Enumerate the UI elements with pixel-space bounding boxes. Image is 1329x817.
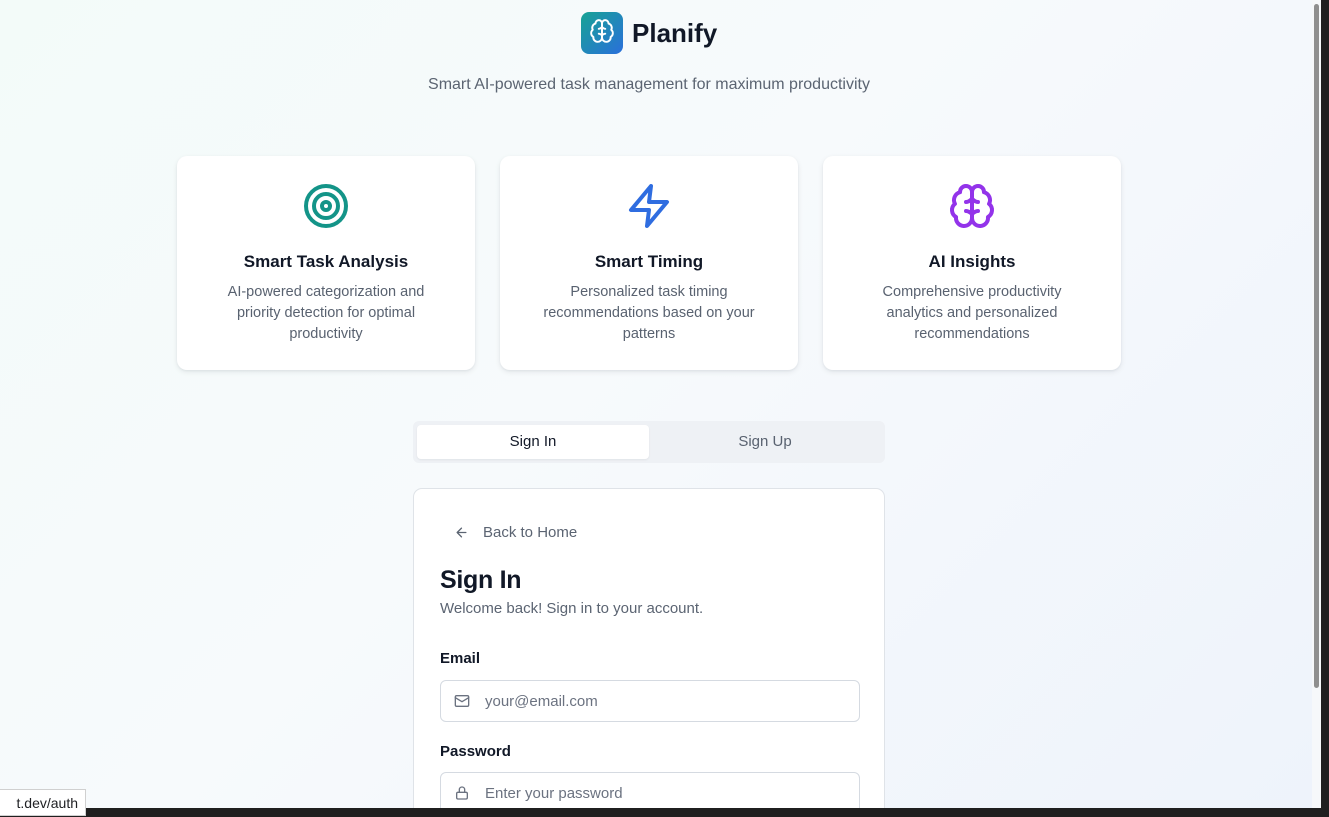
scrollbar-thumb[interactable] <box>1314 4 1319 688</box>
brand-header[interactable]: Planify <box>581 12 717 54</box>
brain-icon <box>948 182 996 235</box>
feature-card-smart-timing: Smart Timing Personalized task timing re… <box>500 156 798 370</box>
back-to-home-label: Back to Home <box>483 524 578 541</box>
page-viewport: Planify Smart AI-powered task management… <box>0 0 1321 808</box>
lightning-icon <box>625 182 673 235</box>
feature-title: Smart Task Analysis <box>243 252 409 271</box>
feature-card-smart-task-analysis: Smart Task Analysis AI-powered categoriz… <box>177 156 475 370</box>
brand-logo <box>581 12 623 54</box>
status-bar-url: t.dev/auth <box>0 789 86 816</box>
tagline: Smart AI-powered task management for max… <box>428 76 870 93</box>
target-icon <box>302 182 350 235</box>
email-field-wrapper[interactable] <box>440 680 860 722</box>
feature-title: AI Insights <box>928 252 1016 271</box>
feature-card-ai-insights: AI Insights Comprehensive productivity a… <box>823 156 1121 370</box>
feature-title: Smart Timing <box>594 252 704 271</box>
brand-name: Planify <box>632 17 718 48</box>
arrow-left-icon <box>454 525 469 540</box>
back-to-home-link[interactable]: Back to Home <box>454 524 577 541</box>
feature-description: Comprehensive productivity analytics and… <box>882 284 1062 342</box>
form-subtitle: Welcome back! Sign in to your account. <box>440 600 704 617</box>
auth-tabs: Sign In Sign Up <box>413 421 885 463</box>
feature-description: Personalized task timing recommendations… <box>543 284 755 342</box>
feature-description: AI-powered categorization and priority d… <box>227 284 425 342</box>
mail-icon <box>454 693 470 709</box>
email-field[interactable] <box>483 691 847 711</box>
password-field-wrapper[interactable] <box>440 772 860 808</box>
tab-sign-up[interactable]: Sign Up <box>649 425 881 459</box>
password-field[interactable] <box>483 783 847 803</box>
tab-sign-in[interactable]: Sign In <box>417 425 649 459</box>
password-label: Password <box>440 743 511 760</box>
lock-icon <box>454 785 470 801</box>
form-title: Sign In <box>440 566 522 594</box>
sign-in-card: Back to Home Sign In Welcome back! Sign … <box>413 488 885 808</box>
brain-icon <box>589 18 615 49</box>
email-label: Email <box>440 650 481 667</box>
